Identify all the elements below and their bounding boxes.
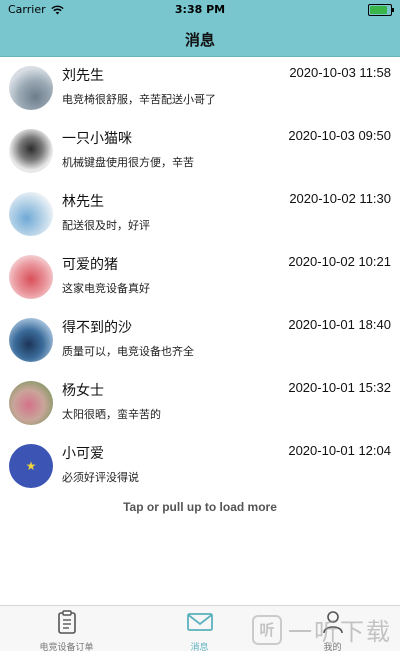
message-time: 2020-10-01 18:40 [288, 317, 391, 332]
message-preview: 机械键盘使用很方便，辛苦 [62, 156, 194, 169]
message-preview: 质量可以，电竞设备也齐全 [62, 345, 194, 358]
message-preview: 电竞椅很舒服，辛苦配送小哥了 [62, 93, 216, 106]
tab-messages[interactable]: 消息 [133, 610, 266, 653]
watermark: 听 一听下载 [252, 612, 392, 647]
page-title: 消息 [184, 31, 215, 49]
message-row[interactable]: 一只小猫咪 2020-10-03 09:50 机械键盘使用很方便，辛苦 [0, 120, 400, 183]
message-list: 刘先生 2020-10-03 11:58 电竞椅很舒服，辛苦配送小哥了 一只小猫… [0, 57, 400, 498]
sender-name: 林先生 [62, 194, 104, 210]
envelope-icon [186, 613, 213, 631]
tab-label: 消息 [190, 643, 209, 653]
avatar [9, 129, 53, 173]
sender-name: 刘先生 [62, 68, 104, 84]
message-time: 2020-10-03 09:50 [288, 128, 391, 143]
sender-name: 可爱的猪 [62, 257, 118, 273]
message-preview: 太阳很晒，蛮辛苦的 [62, 408, 161, 421]
tab-label: 电竞设备订单 [39, 643, 94, 653]
load-more-button[interactable]: Tap or pull up to load more [0, 500, 400, 514]
avatar [9, 192, 53, 236]
message-time: 2020-10-02 11:30 [289, 191, 391, 206]
message-time: 2020-10-02 10:21 [288, 254, 391, 269]
message-row[interactable]: 可爱的猪 2020-10-02 10:21 这家电竞设备真好 [0, 246, 400, 309]
avatar [9, 255, 53, 299]
sender-name: 得不到的沙 [62, 320, 132, 336]
clipboard-icon [57, 610, 76, 634]
sender-name: 一只小猫咪 [62, 131, 132, 147]
message-preview: 这家电竞设备真好 [62, 282, 150, 295]
message-time: 2020-10-01 12:04 [288, 443, 391, 458]
message-row[interactable]: ★ 小可爱 2020-10-01 12:04 必须好评没得说 [0, 435, 400, 498]
message-row[interactable]: 林先生 2020-10-02 11:30 配送很及时，好评 [0, 183, 400, 246]
star-icon: ★ [25, 459, 37, 473]
message-row[interactable]: 杨女士 2020-10-01 15:32 太阳很晒，蛮辛苦的 [0, 372, 400, 435]
status-bar: Carrier 3:38 PM [0, 0, 400, 20]
battery-icon [368, 4, 394, 16]
avatar [9, 318, 53, 362]
message-row[interactable]: 得不到的沙 2020-10-01 18:40 质量可以，电竞设备也齐全 [0, 309, 400, 372]
sender-name: 杨女士 [62, 383, 104, 399]
message-row[interactable]: 刘先生 2020-10-03 11:58 电竞椅很舒服，辛苦配送小哥了 [0, 57, 400, 120]
watermark-text: 一听下载 [288, 618, 392, 646]
avatar [9, 381, 53, 425]
message-preview: 配送很及时，好评 [62, 219, 150, 232]
message-time: 2020-10-03 11:58 [289, 65, 391, 80]
watermark-logo: 听 [252, 614, 282, 645]
tab-orders[interactable]: 电竞设备订单 [0, 610, 133, 653]
avatar: ★ [9, 444, 53, 488]
avatar [9, 66, 53, 110]
navigation-bar: 消息 [0, 20, 400, 57]
sender-name: 小可爱 [62, 446, 104, 462]
status-time: 3:38 PM [174, 3, 226, 16]
message-time: 2020-10-01 15:32 [288, 380, 391, 395]
message-preview: 必须好评没得说 [62, 471, 139, 484]
